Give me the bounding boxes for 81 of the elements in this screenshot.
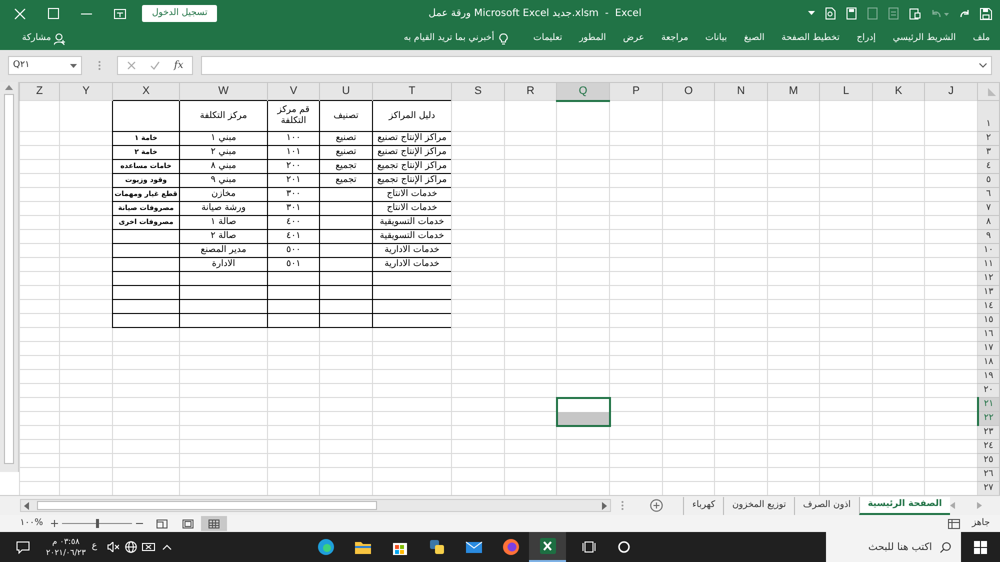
table-cell: تجميع	[335, 161, 357, 171]
table-cell: ٤٠٠	[286, 217, 301, 227]
table-cell: مراكز الإنتاج تصنيع	[377, 133, 447, 143]
column-header[interactable]: K	[872, 82, 924, 100]
column-header[interactable]: R	[504, 82, 556, 100]
table-cell: تصنيف	[333, 110, 359, 120]
table-cell: خدمات الانتاج	[386, 189, 438, 199]
table-cell: صالة ١	[210, 217, 236, 227]
column-header[interactable]: T	[372, 82, 452, 100]
column-header[interactable]: P	[610, 82, 662, 100]
table-cell: الادارة	[212, 259, 236, 269]
column-header[interactable]: V	[268, 82, 320, 100]
table-cell: خدمات الادارية	[384, 245, 440, 255]
table-cell-text: قم مركز التكلفة	[276, 104, 311, 128]
table-cell: مبني ٩	[210, 175, 236, 185]
clock-date[interactable]: ٢٠٢١/٠٦/٢٣	[46, 547, 86, 558]
table-cell: تصنيع	[336, 133, 356, 143]
column-header[interactable]: O	[662, 82, 714, 100]
column-header[interactable]: W	[180, 82, 268, 100]
table-cell: ١٠٠	[286, 133, 301, 143]
sign-in-button[interactable]: تسجيل الدخول	[142, 5, 218, 22]
table-cell: ٥٠١	[286, 259, 301, 269]
table-cell: مراكز الإنتاج تجميع	[377, 161, 447, 171]
table-cell: ٥٠٠	[286, 245, 301, 255]
table-cell: ٢٠٠	[286, 161, 301, 171]
ribbon-tab[interactable]: الصيغ	[744, 32, 765, 46]
taskbar-search-field[interactable]: اكتب هنا للبحث	[826, 532, 961, 562]
column-header[interactable]: N	[714, 82, 768, 100]
input-language[interactable]: ع	[92, 540, 98, 554]
column-header[interactable]: X	[112, 82, 180, 100]
column-header[interactable]: S	[452, 82, 504, 100]
clock-time[interactable]: ٠٣:٥٨ م	[52, 536, 80, 547]
table-cell: مبني ١	[210, 133, 236, 143]
zoom-level[interactable]: ١٠٠%	[20, 516, 44, 530]
table-cell: خدمات الانتاج	[386, 203, 438, 213]
table-cell: خدمات الادارية	[384, 259, 440, 269]
row-header[interactable]: ١	[978, 100, 1000, 132]
share-button[interactable]: مشاركة	[0, 32, 66, 46]
column-header[interactable]: U	[320, 82, 372, 100]
insert-function-button[interactable]: fx	[174, 58, 184, 73]
table-cell: مركز التكلفة	[200, 110, 248, 120]
ribbon-tab[interactable]: مراجعة	[661, 32, 688, 46]
table-cell: مخازن	[211, 189, 236, 199]
table-cell: خدمات التسويقية	[380, 217, 444, 227]
ribbon-tab[interactable]: تخطيط الصفحة	[782, 32, 840, 46]
table-cell: تجميع	[335, 175, 357, 185]
sheet-tab[interactable]: الصفحة الرئيسية	[858, 496, 950, 514]
ribbon-tab[interactable]: بيانات	[705, 32, 727, 46]
ribbon-tab[interactable]: إدراج	[856, 32, 876, 46]
table-cell: خدمات التسويقية	[380, 231, 444, 241]
table-cell: ٣٠١	[286, 203, 301, 213]
table-cell: تصنيع	[336, 147, 356, 157]
ribbon-tab[interactable]: تعليمات	[533, 32, 562, 46]
table-cell: دليل المراكز	[388, 110, 436, 120]
column-header[interactable]: Y	[60, 82, 112, 100]
name-box[interactable]: Q٢١	[8, 56, 82, 75]
column-header[interactable]: Z	[20, 82, 60, 100]
ribbon-tab[interactable]: الشريط الرئيسي	[892, 32, 956, 46]
table-cell: مراكز الإنتاج تجميع	[377, 175, 447, 185]
ribbon-tab[interactable]: عرض	[623, 32, 644, 46]
ribbon-tab[interactable]: ملف	[972, 32, 990, 46]
column-header[interactable]: J	[924, 82, 978, 100]
table-cell: ٢٠١	[286, 175, 301, 185]
tell-me-search[interactable]: أخبرني بما تريد القيام به	[404, 32, 508, 46]
table-cell: ورشة صيانة	[201, 203, 246, 213]
table-cell: ٤٠١	[286, 231, 301, 241]
table-cell: مبني ٨	[210, 161, 236, 171]
ribbon-tab[interactable]: المطور	[579, 32, 606, 46]
column-header[interactable]: M	[768, 82, 820, 100]
row-header[interactable]: ٢١	[978, 398, 1000, 412]
window-title: ورقة عمل Microsoft Excel جديد.xlsm - Excel	[428, 7, 642, 21]
column-header[interactable]: L	[820, 82, 872, 100]
column-header[interactable]: Q	[556, 82, 610, 100]
table-cell: ١٠١	[286, 147, 301, 157]
table-cell: مراكز الإنتاج تصنيع	[377, 147, 447, 157]
table-cell: مدير المصنع	[200, 245, 246, 255]
row-header[interactable]: ٢٢	[978, 412, 1000, 426]
table-cell: صالة ٢	[210, 231, 236, 241]
table-cell: مبني ٢	[210, 147, 236, 157]
status-text: جاهز	[972, 516, 990, 530]
table-cell: ٣٠٠	[286, 189, 301, 199]
